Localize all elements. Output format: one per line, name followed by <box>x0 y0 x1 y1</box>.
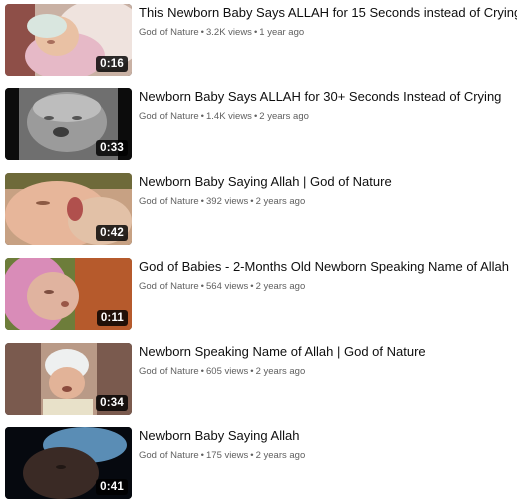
video-meta: God of Nature • 3.2K views • 1 year ago <box>139 26 517 39</box>
view-count: 175 views <box>206 450 249 461</box>
video-title[interactable]: Newborn Baby Says ALLAH for 30+ Seconds … <box>139 88 517 105</box>
video-item[interactable]: 0:41 Newborn Baby Saying Allah God of Na… <box>5 427 515 499</box>
meta-separator: • <box>200 281 204 292</box>
video-item[interactable]: 0:42 Newborn Baby Saying Allah | God of … <box>5 173 515 245</box>
video-list: 0:16 This Newborn Baby Says ALLAH for 15… <box>0 0 518 500</box>
view-count: 3.2K views <box>206 27 252 38</box>
channel-name[interactable]: God of Nature <box>139 366 199 377</box>
video-duration: 0:16 <box>96 56 128 72</box>
meta-separator: • <box>250 450 254 461</box>
channel-name[interactable]: God of Nature <box>139 111 199 122</box>
video-item[interactable]: 0:16 This Newborn Baby Says ALLAH for 15… <box>5 4 517 76</box>
video-meta: God of Nature • 564 views • 2 years ago <box>139 280 517 293</box>
meta-separator: • <box>253 27 258 38</box>
video-title[interactable]: This Newborn Baby Says ALLAH for 15 Seco… <box>139 4 517 21</box>
video-title[interactable]: Newborn Baby Saying Allah | God of Natur… <box>139 173 517 190</box>
meta-separator: • <box>200 366 204 377</box>
video-meta: God of Nature • 175 views • 2 years ago <box>139 449 517 462</box>
video-meta: God of Nature • 1.4K views • 2 years ago <box>139 110 517 123</box>
meta-separator: • <box>250 366 254 377</box>
view-count: 1.4K views <box>206 111 252 122</box>
upload-age: 2 years ago <box>255 196 306 207</box>
upload-age: 2 years ago <box>255 450 306 461</box>
video-duration: 0:33 <box>96 140 128 156</box>
meta-separator: • <box>200 27 204 38</box>
view-count: 605 views <box>206 366 249 377</box>
upload-age: 2 years ago <box>255 366 306 377</box>
video-thumbnail[interactable]: 0:41 <box>5 427 132 499</box>
meta-separator: • <box>200 111 204 122</box>
meta-separator: • <box>250 196 254 207</box>
upload-age: 2 years ago <box>259 111 309 122</box>
video-meta: God of Nature • 605 views • 2 years ago <box>139 365 517 378</box>
video-title[interactable]: God of Babies - 2-Months Old Newborn Spe… <box>139 258 517 275</box>
video-thumbnail[interactable]: 0:34 <box>5 343 132 415</box>
video-duration: 0:34 <box>96 395 128 411</box>
video-info: Newborn Baby Says ALLAH for 30+ Seconds … <box>139 88 517 123</box>
video-duration: 0:41 <box>96 479 128 495</box>
upload-age: 2 years ago <box>255 281 306 292</box>
video-duration: 0:42 <box>96 225 128 241</box>
video-info: Newborn Speaking Name of Allah | God of … <box>139 343 517 378</box>
channel-name[interactable]: God of Nature <box>139 27 199 38</box>
video-item[interactable]: 0:33 Newborn Baby Says ALLAH for 30+ Sec… <box>5 88 515 160</box>
video-duration: 0:11 <box>96 310 128 326</box>
video-meta: God of Nature • 392 views • 2 years ago <box>139 195 517 208</box>
meta-separator: • <box>200 196 204 207</box>
video-thumbnail[interactable]: 0:11 <box>5 258 132 330</box>
meta-separator: • <box>200 450 204 461</box>
video-item[interactable]: 0:11 God of Babies - 2-Months Old Newbor… <box>5 258 515 330</box>
video-title[interactable]: Newborn Speaking Name of Allah | God of … <box>139 343 517 360</box>
video-thumbnail[interactable]: 0:16 <box>5 4 132 76</box>
view-count: 564 views <box>206 281 249 292</box>
upload-age: 1 year ago <box>259 27 305 38</box>
video-thumbnail[interactable]: 0:42 <box>5 173 132 245</box>
channel-name[interactable]: God of Nature <box>139 450 199 461</box>
channel-name[interactable]: God of Nature <box>139 281 199 292</box>
meta-separator: • <box>250 281 254 292</box>
video-item[interactable]: 0:34 Newborn Speaking Name of Allah | Go… <box>5 343 515 415</box>
video-info: Newborn Baby Saying Allah God of Nature •… <box>139 427 517 462</box>
channel-name[interactable]: God of Nature <box>139 196 199 207</box>
video-info: This Newborn Baby Says ALLAH for 15 Seco… <box>139 4 517 39</box>
meta-separator: • <box>253 111 258 122</box>
video-info: Newborn Baby Saying Allah | God of Natur… <box>139 173 517 208</box>
view-count: 392 views <box>206 196 249 207</box>
video-thumbnail[interactable]: 0:33 <box>5 88 132 160</box>
video-title[interactable]: Newborn Baby Saying Allah <box>139 427 517 444</box>
video-info: God of Babies - 2-Months Old Newborn Spe… <box>139 258 517 293</box>
